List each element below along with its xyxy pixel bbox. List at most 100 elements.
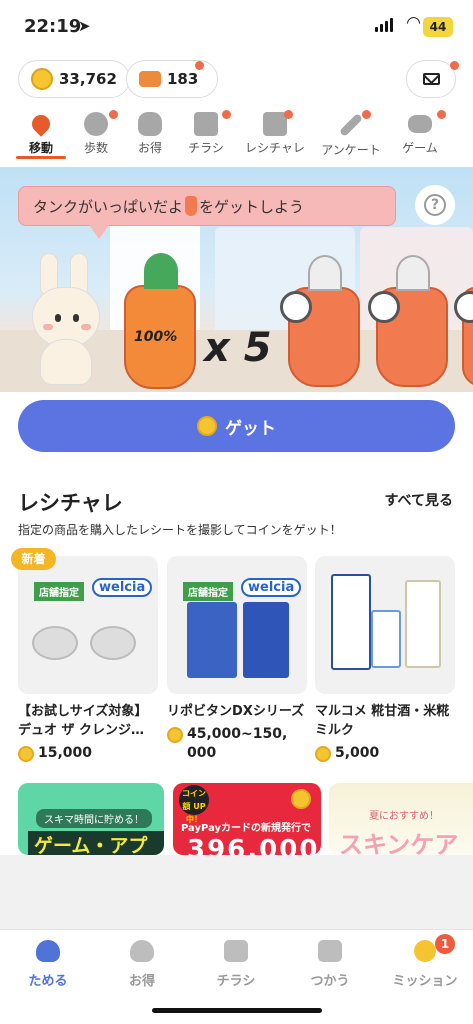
product-box [371,610,401,668]
carrot-percent: 100% [134,329,178,345]
get-button[interactable]: ゲット [18,400,455,452]
product-name: リポビタンDXシリーズ [167,704,305,719]
points-value: 33,762 [59,70,117,88]
skincare-banner[interactable]: 夏におすすめ！ スキンケア [329,783,473,855]
nav-use[interactable]: つかう [290,940,370,989]
tab-games[interactable]: ゲーム [400,108,446,164]
product-card[interactable]: 店舗指定 welcia 【お試しサイズ対象】デュオ ザ クレンジ… 15,000 [18,556,158,763]
notification-dot [195,61,204,70]
notification-dot [362,110,371,119]
paypay-card-banner[interactable]: コイン額 UP中！ PayPayカードの新規発行で 396,000 [173,783,321,855]
mail-icon [422,73,440,85]
tickets-value: 183 [167,70,199,88]
product-price: 45,000~150,000 [167,725,307,763]
carrot-leaf [396,255,430,291]
nav-label: お得 [128,974,155,989]
tab-receipt-challenge[interactable]: レシチャレ [243,108,307,164]
product-name: マルコメ 糀甘酒・米糀ミルク [315,704,450,738]
banner-title: スキンケア [339,831,459,855]
notification-dot [222,110,231,119]
wifi-icon: ◠ [406,13,421,33]
game-app-banner[interactable]: スキマ時間に貯める！ ゲーム・アプリ [18,783,164,855]
product-box [331,574,371,670]
money-bag-icon [130,940,154,962]
coin-icon [167,727,183,743]
cellular-signal-icon [375,18,393,32]
carrot-multiplier: x 5 [204,325,272,371]
rabbit-cheek [81,324,91,330]
tab-steps[interactable]: 歩数 [78,108,118,164]
section-title: レシチャレ [18,491,123,515]
notification-dot [109,110,118,119]
product-card[interactable]: マルコメ 糀甘酒・米糀ミルク 5,000 [315,556,455,763]
tab-label: レシチャレ [245,141,305,155]
notification-dot [437,110,446,119]
product-card[interactable]: 店舗指定 welcia リポビタンDXシリーズ 45,000~150,000 [167,556,307,763]
tab-flyers[interactable]: チラシ [185,108,231,164]
product-image: 店舗指定 welcia [18,556,158,694]
carrot-leaf [144,253,178,289]
store-logo: welcia [92,578,153,597]
category-tabs: 移動 歩数 お得 チラシ レシチャレ アンケート ゲーム [0,108,473,164]
price-value: 45,000~150,000 [187,726,288,761]
notification-dot [450,61,459,70]
banner-subtitle: 夏におすすめ！ [369,811,439,822]
product-name: 【お試しサイズ対象】デュオ ザ クレンジ… [18,704,148,738]
speech-bubble: タンクがいっぱいだよ をゲットしよう [18,186,396,239]
store-tag: 店舗指定 [34,582,84,601]
content-background [0,855,473,929]
product-image [315,556,455,694]
tab-label: アンケート [321,143,381,157]
nav-label: ためる [28,974,68,989]
lock-icon [368,291,400,323]
get-button-label: ゲット [225,418,276,439]
nav-label: チラシ [216,974,256,989]
nav-missions[interactable]: ミッション 1 [385,934,465,989]
coin-icon [414,940,436,962]
store-tag: 店舗指定 [183,582,233,601]
nav-deals[interactable]: お得 [102,940,182,989]
money-bag-icon [138,112,162,136]
flyer-icon [224,940,248,962]
banner-subtitle: PayPayカードの新規発行で [181,823,312,834]
mail-button[interactable] [406,60,456,98]
bubble-text: タンクがいっぱいだよ [33,198,184,216]
product-price: 5,000 [315,744,455,763]
banner-title: 396,000 [187,835,320,855]
medal-icon [31,68,53,90]
coin-icon [18,746,34,762]
location-arrow-icon: ➤ [78,17,91,35]
tab-label: 移動 [28,141,53,155]
coin-icon [315,746,331,762]
coin-up-badge: コイン額 UP中！ [179,785,209,824]
location-pin-icon [28,111,54,137]
price-value: 15,000 [38,745,93,761]
piggy-bank-icon [36,940,60,962]
help-button[interactable]: ? [415,185,455,225]
section-description: 指定の商品を購入したレシートを撮影してコインをゲット！ [18,523,342,537]
locked-carrot [454,287,473,387]
points-balance-button[interactable]: 33,762 [18,60,130,98]
banner-title: ゲーム・アプリ [28,831,164,855]
rabbit-eye [73,314,79,322]
lock-icon [280,291,312,323]
coin-icon [197,416,217,436]
nav-label: つかう [310,974,350,989]
notification-badge: 1 [435,934,455,954]
tickets-balance-button[interactable]: 183 [126,60,218,98]
question-icon: ? [424,194,446,216]
carrot-leaf [308,255,342,291]
product-box [405,580,441,668]
bubble-text: をゲットしよう [199,198,305,216]
app-screen: 22:19 ➤ ◠ 44 33,762 183 移動 歩数 お得 チラシ レシチ… [0,0,473,1024]
tank-hero: タンクがいっぱいだよ をゲットしよう ? 100% x 5 [0,167,473,392]
tab-survey[interactable]: アンケート [319,108,383,164]
nav-flyers[interactable]: チラシ [196,940,276,989]
carrot-icon [185,196,198,216]
ticket-icon [139,71,161,87]
nav-save[interactable]: ためる [8,940,88,989]
see-all-link[interactable]: すべて見る [385,490,453,510]
tab-deals[interactable]: お得 [134,108,166,164]
full-carrot-tank: 100% [124,253,196,389]
new-badge: 新着 [11,548,56,570]
